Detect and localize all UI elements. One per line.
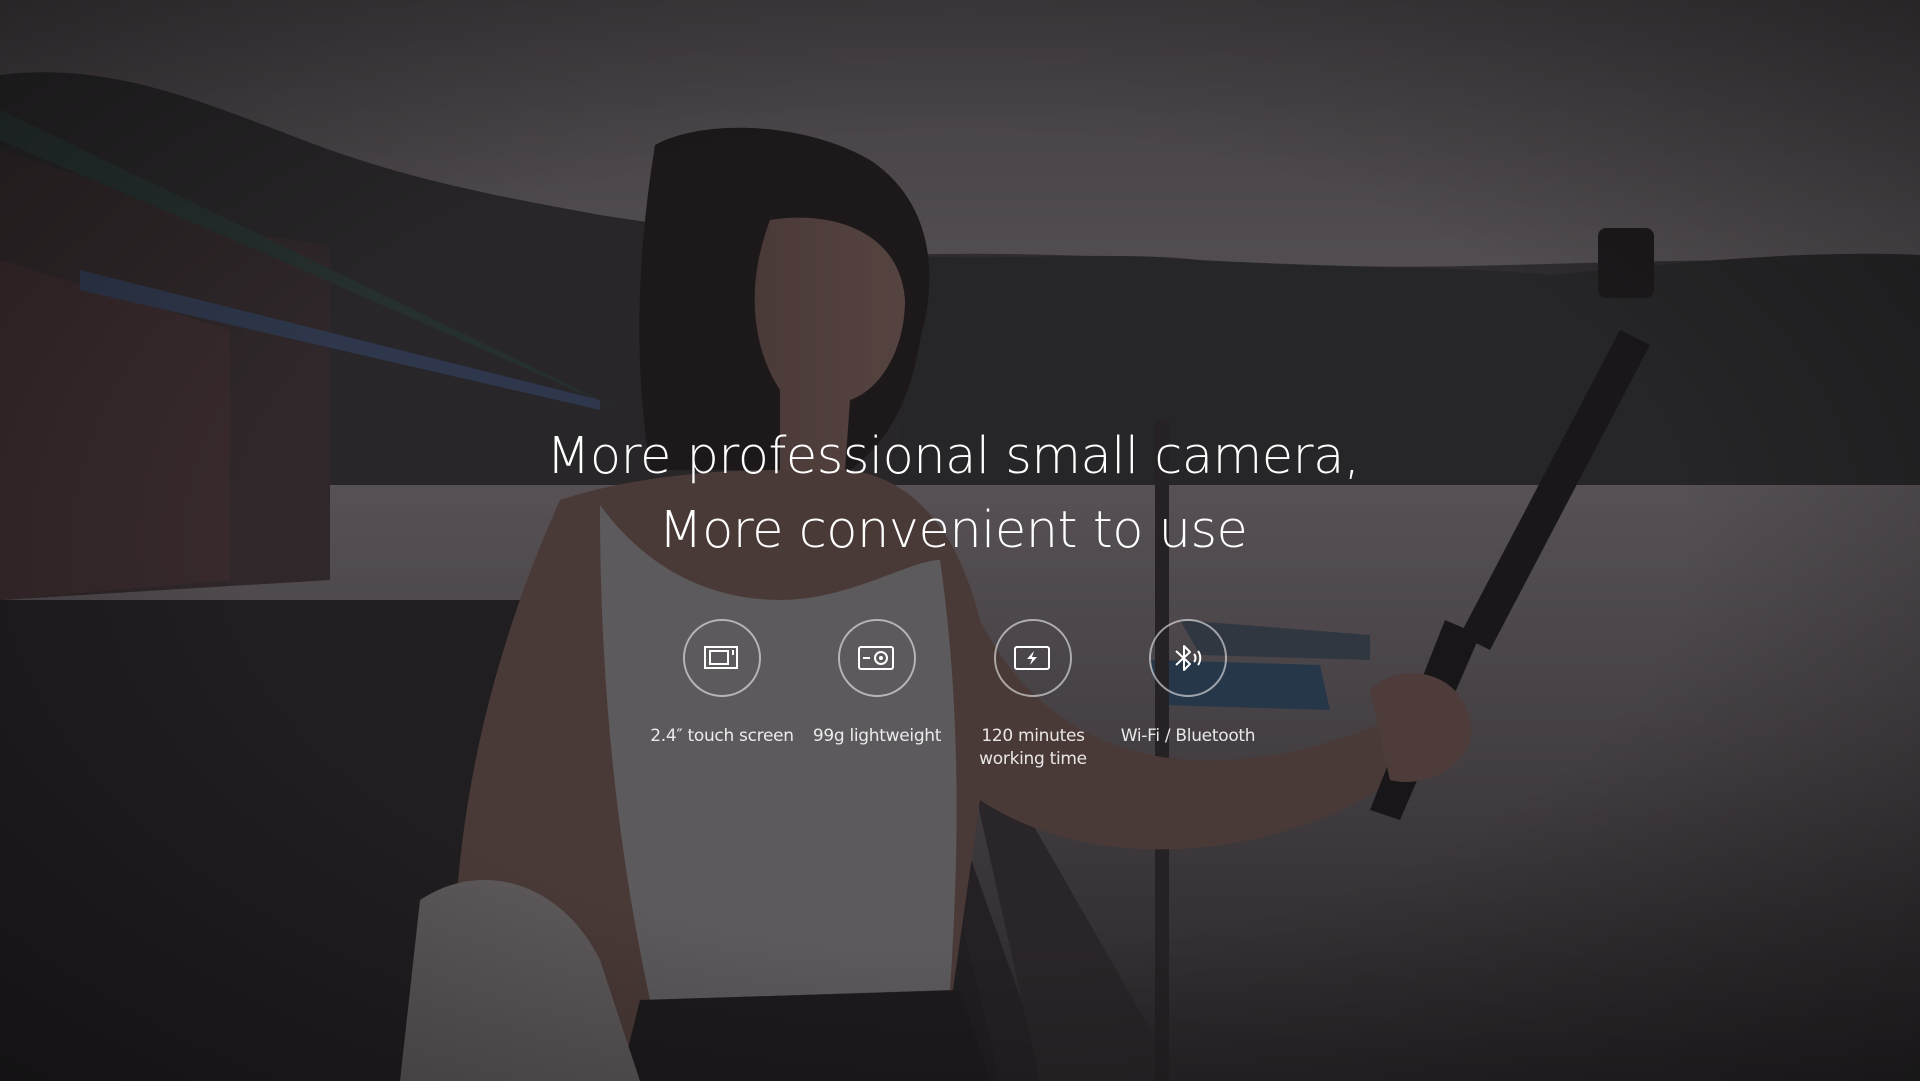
bluetooth-icon xyxy=(1149,619,1227,697)
feature-label-line-2: working time xyxy=(979,749,1087,769)
headline-line-1: More professional small camera, xyxy=(546,427,1360,486)
headline-line-2: More convenient to use xyxy=(658,501,1248,560)
feature-label: Wi-Fi / Bluetooth xyxy=(1120,726,1256,746)
battery-icon xyxy=(994,619,1072,697)
hero-headline: More professional small camera, More con… xyxy=(0,420,1906,568)
touch-screen-icon xyxy=(683,619,761,697)
camera-weight-icon xyxy=(838,619,916,697)
feature-connectivity: Wi-Fi / Bluetooth xyxy=(1088,619,1288,748)
feature-list: 2.4″ touch screen 99g lightweight 120 mi… xyxy=(0,619,1920,779)
